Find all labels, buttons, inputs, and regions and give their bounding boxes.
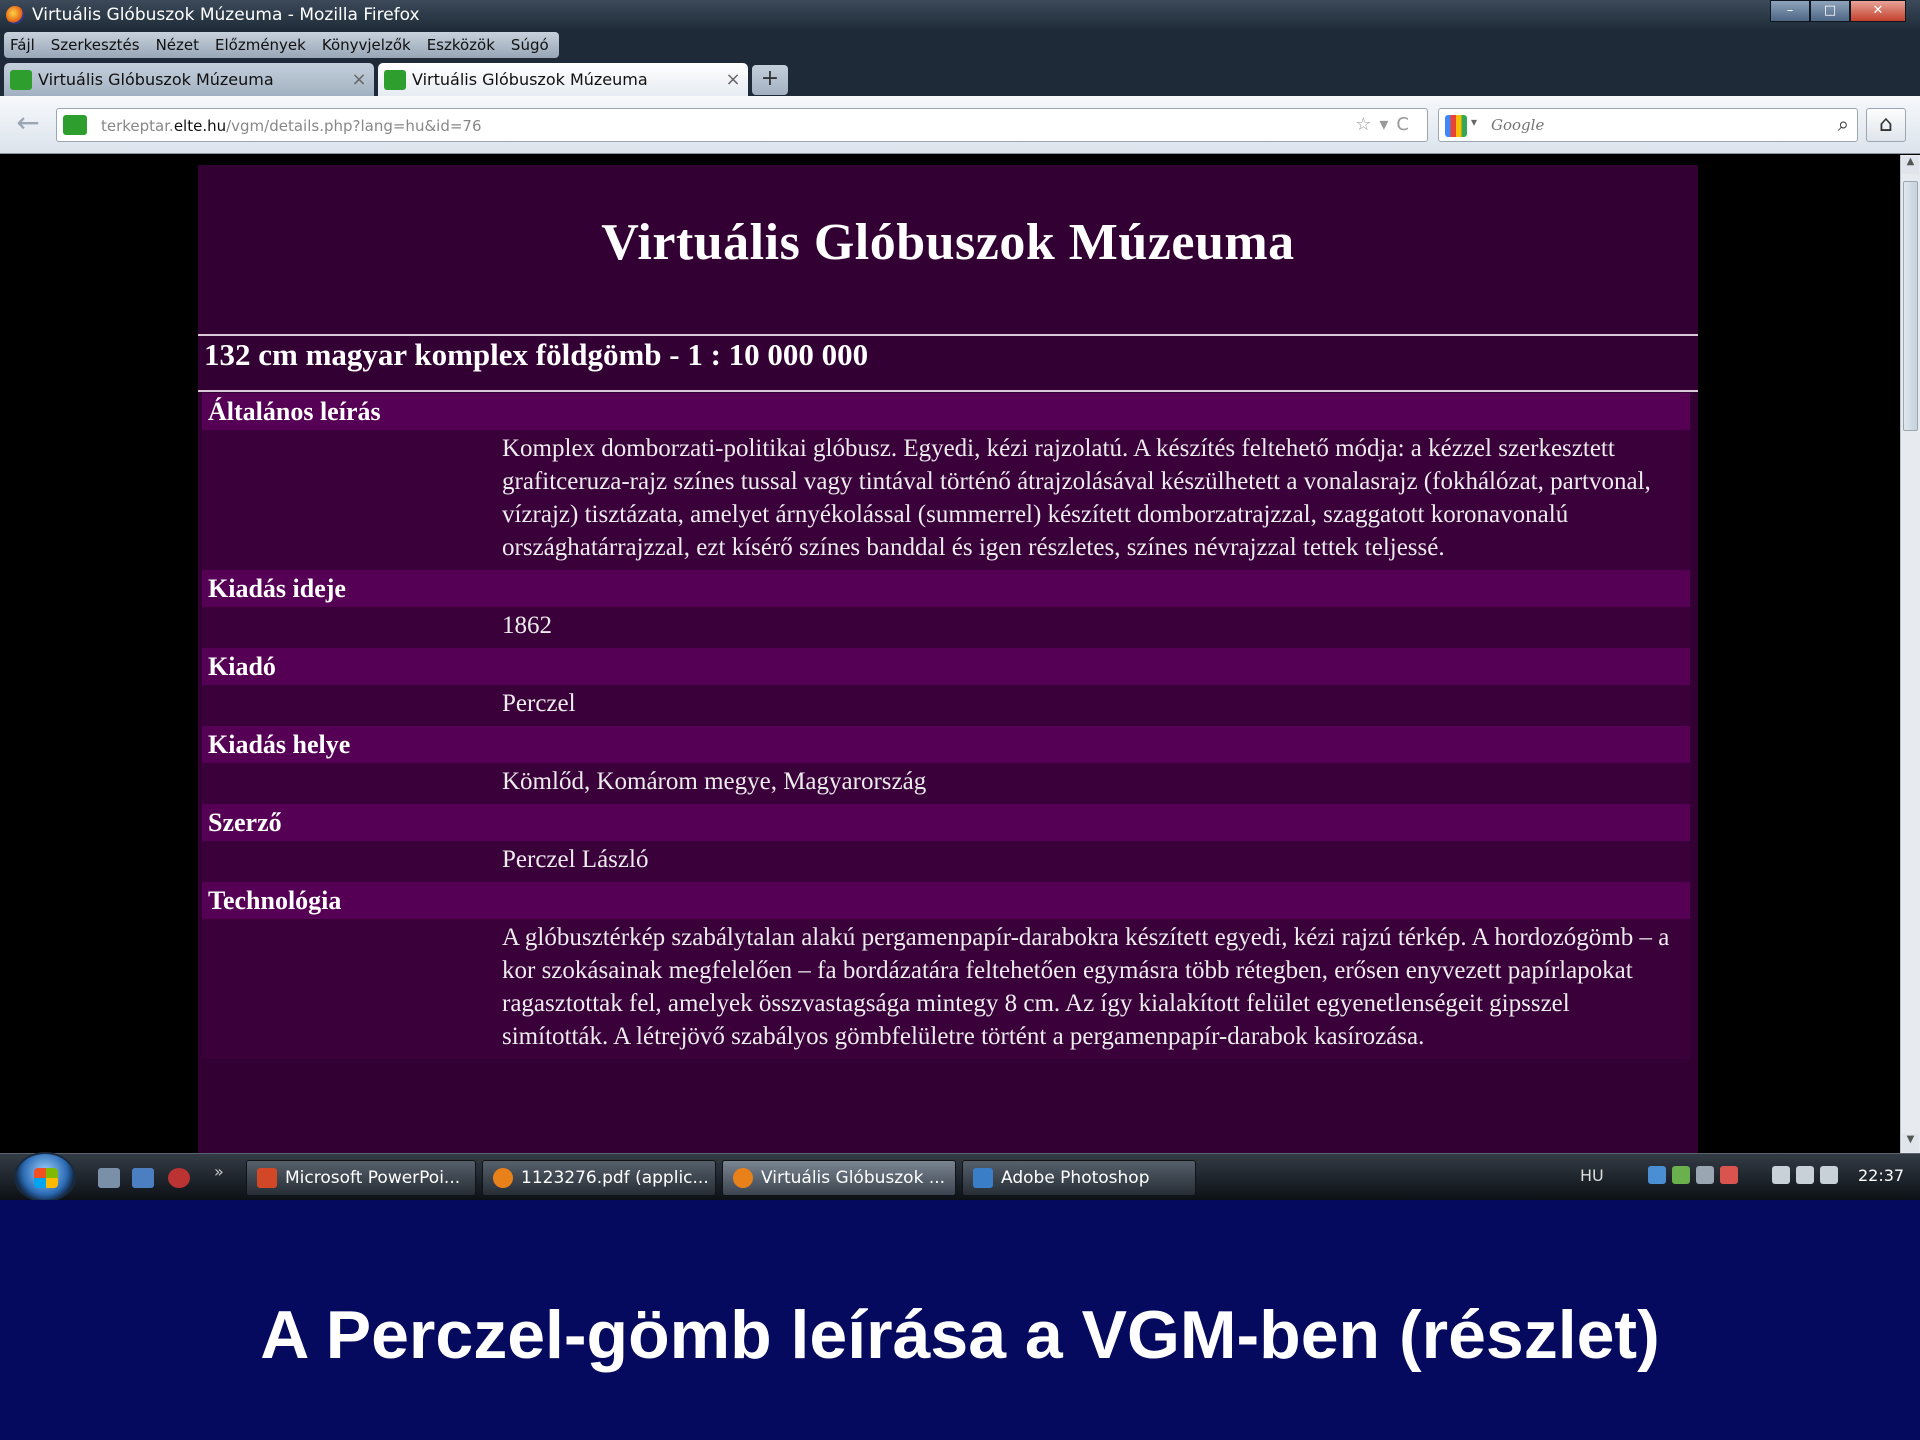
tab-1[interactable]: Virtuális Glóbuszok Múzeuma × [4, 63, 374, 96]
field-label-technology: Technológia [202, 882, 1690, 919]
field-value-publisher: Perczel [202, 685, 1690, 726]
taskbar-button-powerpoint[interactable]: Microsoft PowerPoi... [246, 1160, 476, 1196]
home-icon[interactable]: ⌂ [1866, 108, 1906, 142]
back-arrow-icon[interactable]: ← [10, 108, 46, 142]
search-input[interactable] [1491, 113, 1791, 137]
tray-app-icon[interactable] [1696, 1166, 1714, 1184]
tab-bar: Virtuális Glóbuszok Múzeuma × Virtuális … [0, 60, 1920, 96]
system-tray-icons-2 [1772, 1166, 1838, 1184]
screenshot-area: Virtuális Glóbuszok Múzeuma - Mozilla Fi… [0, 0, 1920, 1200]
tab-close-icon[interactable]: × [718, 69, 748, 90]
taskbar-button-pdf[interactable]: 1123276.pdf (applic... [482, 1160, 716, 1196]
tab-close-icon[interactable]: × [344, 69, 374, 90]
field-label-author: Szerző [202, 804, 1690, 841]
record-title: 132 cm magyar komplex földgömb - 1 : 10 … [204, 337, 869, 372]
field-value-publication-place: Kömlőd, Komárom megye, Magyarország [202, 763, 1690, 804]
close-button[interactable]: ✕ [1850, 0, 1906, 22]
system-tray-icons [1648, 1166, 1738, 1184]
url-domain: elte.hu [173, 117, 227, 135]
network-status-icon[interactable] [1796, 1166, 1814, 1184]
window-titlebar: Virtuális Glóbuszok Múzeuma - Mozilla Fi… [0, 0, 1920, 30]
menu-history[interactable]: Előzmények [215, 36, 306, 54]
window-controls: – □ ✕ [1770, 0, 1906, 22]
details-table: Általános leírás Komplex domborzati-poli… [202, 393, 1690, 1059]
navigation-bar: ← terkeptar.elte.hu/vgm/details.php?lang… [0, 96, 1920, 154]
url-text[interactable]: terkeptar.elte.hu/vgm/details.php?lang=h… [101, 117, 482, 135]
url-prefix: terkeptar. [101, 117, 174, 135]
scroll-up-arrow-icon[interactable]: ▲ [1902, 156, 1919, 174]
window-title: Virtuális Glóbuszok Múzeuma - Mozilla Fi… [32, 5, 420, 25]
maximize-button[interactable]: □ [1810, 0, 1850, 22]
field-value-author: Perczel László [202, 841, 1690, 882]
quick-launch-icon[interactable] [168, 1168, 190, 1188]
field-label-publication-date: Kiadás ideje [202, 570, 1690, 607]
taskbar-button-label: 1123276.pdf (applic... [521, 1168, 709, 1188]
network-icon[interactable] [1648, 1166, 1666, 1184]
clock[interactable]: 22:37 [1858, 1166, 1904, 1185]
bookmark-star-reload-icons[interactable]: ☆▾C [1355, 114, 1417, 135]
taskbar-button-firefox[interactable]: Virtuális Glóbuszok ... [722, 1160, 956, 1196]
menu-view[interactable]: Nézet [156, 36, 199, 54]
quick-launch-more-icon[interactable]: » [214, 1162, 224, 1181]
menu-file[interactable]: Fájl [10, 36, 35, 54]
site-favicon-icon [10, 69, 32, 90]
search-icon[interactable]: ⌕ [1838, 112, 1849, 136]
search-engine-dropdown-icon[interactable]: ▾ [1471, 115, 1477, 129]
menu-group: Fájl Szerkesztés Nézet Előzmények Könyvj… [4, 32, 559, 58]
tray-app-icon[interactable] [1720, 1166, 1738, 1184]
photoshop-icon [973, 1168, 993, 1188]
switch-windows-icon[interactable] [132, 1168, 154, 1188]
field-value-technology: A glóbusztérkép szabálytalan alakú perga… [202, 919, 1690, 1059]
google-icon[interactable] [1445, 115, 1467, 137]
site-favicon-icon [384, 69, 406, 90]
field-value-general-description: Komplex domborzati-politikai glóbusz. Eg… [202, 430, 1690, 570]
url-path: /vgm/details.php?lang=hu&id=76 [226, 117, 482, 135]
search-bar[interactable]: ▾ ⌕ [1438, 108, 1858, 142]
site-title: Virtuális Glóbuszok Múzeuma [601, 214, 1295, 271]
vgm-page: Virtuális Glóbuszok Múzeuma 132 cm magya… [198, 165, 1698, 1153]
firefox-icon [493, 1168, 513, 1188]
taskbar-button-label: Virtuális Glóbuszok ... [761, 1168, 946, 1188]
tab-2-active[interactable]: Virtuális Glóbuszok Múzeuma × [378, 63, 748, 96]
scrollbar-thumb[interactable] [1903, 181, 1918, 431]
firefox-icon [733, 1168, 753, 1188]
field-label-publisher: Kiadó [202, 648, 1690, 685]
taskbar-button-label: Microsoft PowerPoi... [285, 1168, 461, 1188]
show-desktop-icon[interactable] [98, 1168, 120, 1188]
menu-bookmarks[interactable]: Könyvjelzők [322, 36, 411, 54]
taskbar-button-photoshop[interactable]: Adobe Photoshop [962, 1160, 1196, 1196]
start-button-windows-icon[interactable] [14, 1152, 76, 1200]
divider [198, 334, 1698, 336]
windows-taskbar: » Microsoft PowerPoi... 1123276.pdf (app… [0, 1152, 1920, 1200]
field-label-general-description: Általános leírás [202, 393, 1690, 430]
field-label-publication-place: Kiadás helye [202, 726, 1690, 763]
tab-label: Virtuális Glóbuszok Múzeuma [38, 70, 274, 89]
powerpoint-icon [257, 1168, 277, 1188]
new-tab-button[interactable]: + [752, 65, 788, 95]
minimize-button[interactable]: – [1770, 0, 1810, 22]
vertical-scrollbar[interactable]: ▲ ▼ [1900, 155, 1920, 1153]
tab-label: Virtuális Glóbuszok Múzeuma [412, 70, 648, 89]
menu-edit[interactable]: Szerkesztés [51, 36, 140, 54]
firefox-icon [6, 6, 24, 24]
field-value-publication-date: 1862 [202, 607, 1690, 648]
divider [198, 390, 1698, 392]
language-indicator[interactable]: HU [1580, 1166, 1604, 1185]
page-viewport: Virtuális Glóbuszok Múzeuma 132 cm magya… [0, 155, 1900, 1153]
menu-bar: Fájl Szerkesztés Nézet Előzmények Könyvj… [0, 30, 1920, 60]
slide-caption: A Perczel-gömb leírása a VGM-ben (részle… [260, 1297, 1660, 1373]
menu-tools[interactable]: Eszközök [427, 36, 495, 54]
url-bar[interactable]: terkeptar.elte.hu/vgm/details.php?lang=h… [56, 108, 1428, 142]
power-icon[interactable] [1772, 1166, 1790, 1184]
scroll-down-arrow-icon[interactable]: ▼ [1902, 1134, 1919, 1152]
volume-icon[interactable] [1820, 1166, 1838, 1184]
menu-help[interactable]: Súgó [511, 36, 549, 54]
tray-app-icon[interactable] [1672, 1166, 1690, 1184]
taskbar-button-label: Adobe Photoshop [1001, 1168, 1150, 1188]
site-favicon-icon [63, 115, 87, 135]
